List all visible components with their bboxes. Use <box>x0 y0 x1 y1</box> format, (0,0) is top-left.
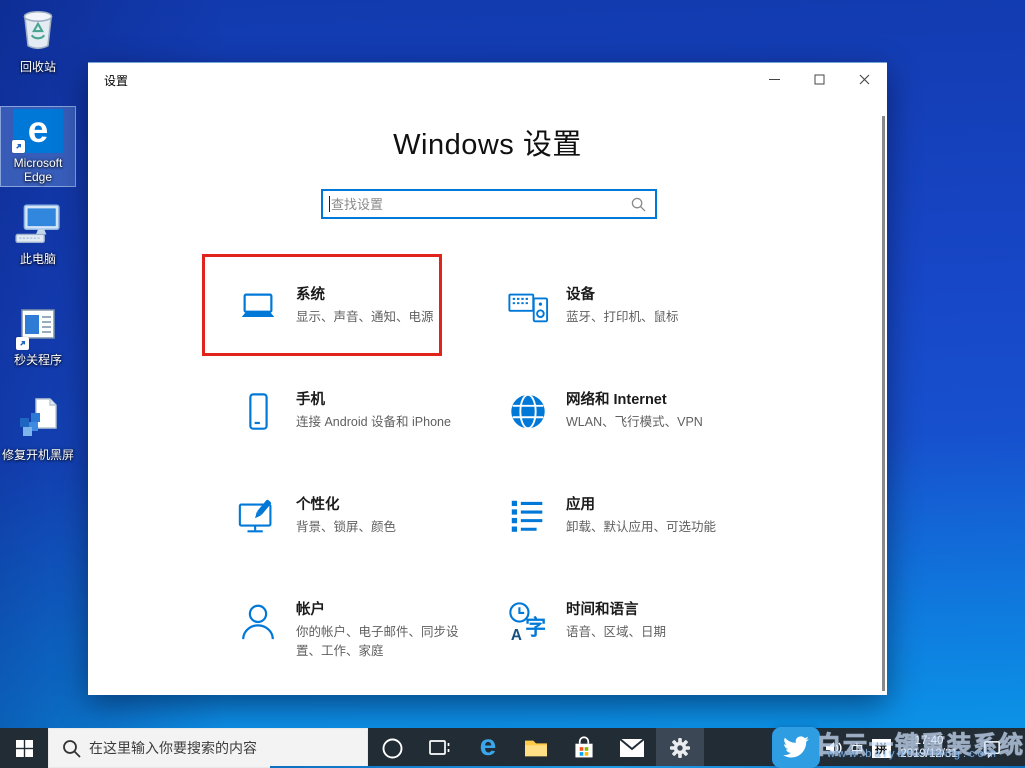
cubes-document-icon <box>15 396 61 445</box>
store-button[interactable] <box>560 728 608 768</box>
file-explorer-button[interactable] <box>512 728 560 768</box>
app-window-icon <box>16 305 59 350</box>
close-button[interactable] <box>842 63 887 95</box>
tile-title: 应用 <box>566 497 595 513</box>
settings-tile-phone[interactable]: 手机 连接 Android 设备和 iPhone <box>237 389 489 489</box>
settings-tile-system[interactable]: 系统 显示、声音、通知、电源 <box>237 284 489 384</box>
watermark-bird-logo <box>772 727 820 768</box>
window-title: 设置 <box>104 74 129 88</box>
desktop-icon-label: 此电脑 <box>19 252 56 266</box>
tile-subtitle: 语音、区域、日期 <box>566 625 667 639</box>
text-cursor <box>329 196 330 212</box>
svg-text:A: A <box>511 627 522 644</box>
tile-subtitle: 连接 Android 设备和 iPhone <box>296 415 451 429</box>
apps-list-icon <box>507 495 549 539</box>
tile-title: 帐户 <box>296 602 325 618</box>
tile-subtitle: 卸载、默认应用、可选功能 <box>566 520 717 534</box>
settings-tile-devices[interactable]: 设备 蓝牙、打印机、鼠标 <box>507 284 759 384</box>
desktop-icon-quick-close-app[interactable]: 秒关程序 <box>0 303 76 369</box>
devices-icon <box>507 285 549 329</box>
speaker-icon <box>826 742 842 754</box>
tile-subtitle: 背景、锁屏、颜色 <box>296 520 397 534</box>
tile-title: 设备 <box>566 287 595 303</box>
time-language-icon: 字 A <box>507 600 549 644</box>
settings-search-box[interactable] <box>321 189 657 219</box>
settings-app-button[interactable] <box>656 728 704 768</box>
settings-window: 设置 Windows 设置 查找设置 系统 显示、声音、通知、电源 设备 蓝牙、… <box>88 62 887 695</box>
personalization-icon <box>237 495 279 539</box>
mail-icon <box>619 738 645 757</box>
shortcut-arrow-icon <box>12 140 25 153</box>
desktop-icon-this-pc[interactable]: 此电脑 <box>0 200 76 268</box>
bird-icon <box>783 735 809 757</box>
desktop: 回收站 e Microsoft Edge 此电脑 秒关程序 修复开机黑屏 设置 … <box>0 0 1025 768</box>
tile-subtitle: 显示、声音、通知、电源 <box>296 310 434 324</box>
settings-search-input[interactable] <box>331 191 621 217</box>
windows-logo-icon <box>15 739 33 757</box>
taskbar: e <box>0 728 1025 768</box>
desktop-icon-label: 秒关程序 <box>13 353 62 367</box>
recycle-bin-icon <box>16 6 60 57</box>
search-icon[interactable] <box>631 197 646 217</box>
tile-subtitle: 蓝牙、打印机、鼠标 <box>566 310 679 324</box>
page-title: Windows 设置 <box>393 129 582 161</box>
desktop-icon-microsoft-edge[interactable]: e Microsoft Edge <box>0 106 76 187</box>
network-globe-icon <box>507 390 549 434</box>
clock-time: 17:40 <box>914 735 944 747</box>
edge-icon: e <box>12 109 63 153</box>
search-icon <box>62 739 81 763</box>
window-scrollbar[interactable] <box>882 116 885 691</box>
task-view-icon <box>429 740 450 755</box>
action-center-button[interactable] <box>972 728 1012 768</box>
folder-icon <box>525 740 547 757</box>
desktop-icon-label: Microsoft Edge <box>13 156 63 184</box>
minimize-button[interactable] <box>752 63 797 95</box>
window-titlebar[interactable]: 设置 <box>88 63 887 95</box>
maximize-button[interactable] <box>797 63 842 95</box>
store-icon <box>575 736 593 758</box>
start-button[interactable] <box>0 728 48 768</box>
cortana-icon <box>382 738 402 758</box>
settings-tile-apps[interactable]: 应用 卸载、默认应用、可选功能 <box>507 494 759 594</box>
settings-tile-personalization[interactable]: 个性化 背景、锁屏、颜色 <box>237 494 489 594</box>
cortana-button[interactable] <box>368 728 416 768</box>
phone-icon <box>237 390 279 434</box>
tile-subtitle: WLAN、飞行模式、VPN <box>566 415 703 429</box>
tile-title: 个性化 <box>296 497 340 513</box>
tile-title: 系统 <box>296 287 325 303</box>
accounts-person-icon <box>237 600 279 644</box>
settings-tile-time-language[interactable]: 字 A 时间和语言 语音、区域、日期 <box>507 599 759 699</box>
shortcut-arrow-icon <box>16 337 29 350</box>
system-icon <box>237 285 279 329</box>
taskbar-search-input[interactable] <box>89 729 359 767</box>
volume-button[interactable] <box>822 728 846 768</box>
desktop-icon-label: 修复开机黑屏 <box>1 448 74 462</box>
tile-title: 网络和 Internet <box>566 392 667 408</box>
tile-title: 手机 <box>296 392 325 408</box>
desktop-icon-fix-black-screen[interactable]: 修复开机黑屏 <box>0 394 76 464</box>
this-pc-icon <box>14 202 62 249</box>
mail-button[interactable] <box>608 728 656 768</box>
taskbar-search-box[interactable] <box>48 728 368 768</box>
taskbar-edge-button[interactable]: e <box>464 728 512 768</box>
ime-language-indicator[interactable]: 拼 <box>868 728 894 768</box>
svg-text:字: 字 <box>525 615 546 639</box>
tile-subtitle: 你的帐户、电子邮件、同步设置、工作、家庭 <box>296 625 459 658</box>
ime-mode-indicator[interactable]: 中 <box>846 728 868 768</box>
clock-date: 2019/12/31 <box>900 748 958 760</box>
desktop-icon-label: 回收站 <box>19 60 56 74</box>
edge-icon: e <box>479 729 497 762</box>
desktop-icon-recycle-bin[interactable]: 回收站 <box>0 4 76 76</box>
action-center-icon <box>983 740 1000 758</box>
settings-tile-network[interactable]: 网络和 Internet WLAN、飞行模式、VPN <box>507 389 759 489</box>
clock[interactable]: 17:40 2019/12/31 <box>894 728 964 768</box>
task-view-button[interactable] <box>416 728 464 768</box>
tile-title: 时间和语言 <box>566 602 639 618</box>
gear-icon <box>670 738 690 758</box>
settings-tile-accounts[interactable]: 帐户 你的帐户、电子邮件、同步设置、工作、家庭 <box>237 599 489 699</box>
